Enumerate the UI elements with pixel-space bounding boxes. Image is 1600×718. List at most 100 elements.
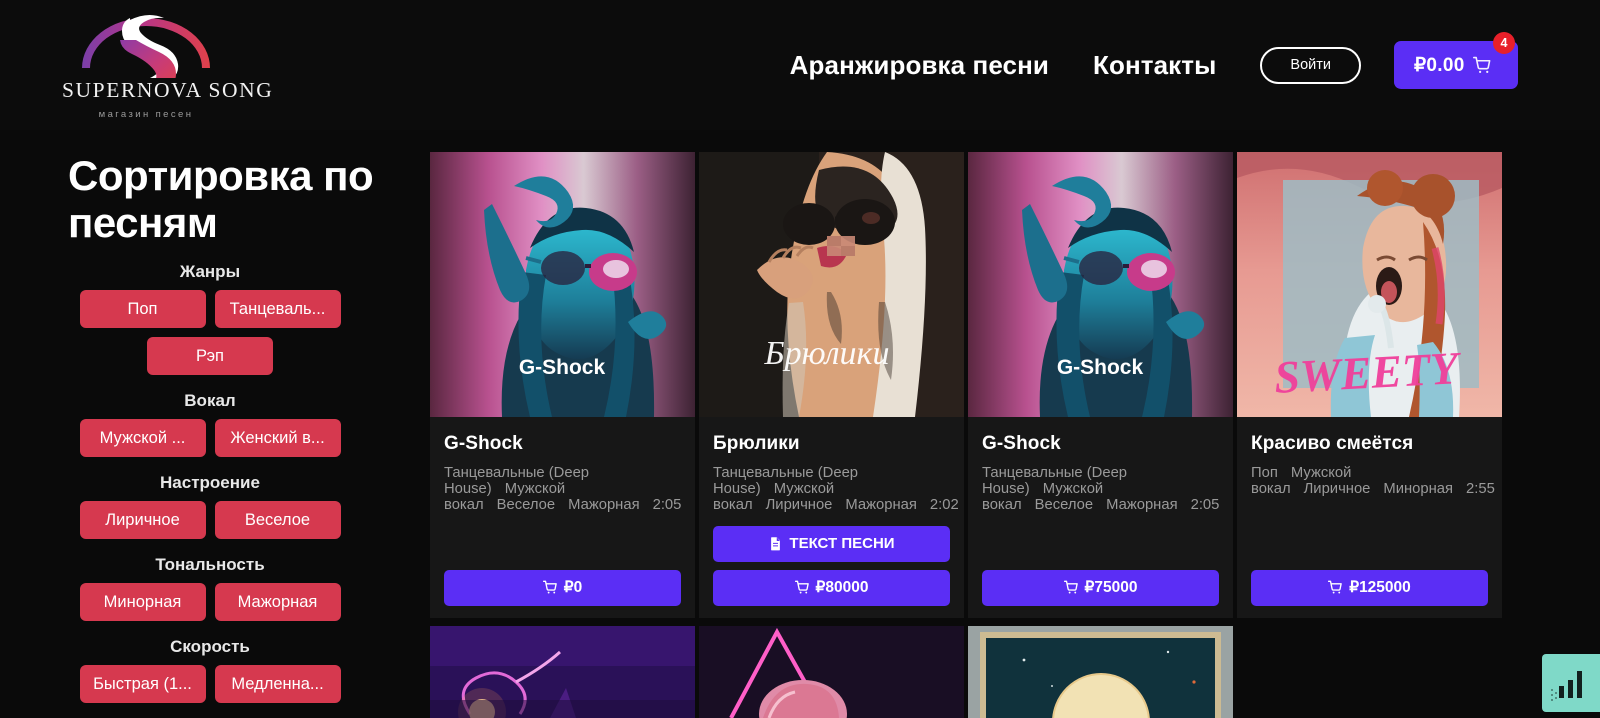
svg-text:SWEETY: SWEETY [1273, 342, 1463, 403]
filter-chip[interactable]: Веселое [214, 501, 341, 540]
product-actions: ТЕКСТ ПЕСНИ ₽80000 [713, 525, 950, 618]
product-artwork[interactable]: SWEETY [1237, 152, 1502, 417]
header-nav: Аранжировка песни Контакты Войти ₽0.00 4 [790, 0, 1518, 130]
filters-sidebar: Сортировка по песням Жанры Поп Танцеваль..… [0, 130, 420, 718]
product-meta-mood: Веселое [496, 496, 556, 513]
bar-chart-icon [1551, 671, 1582, 701]
product-artwork[interactable]: G-Shock [430, 152, 695, 417]
buy-button-price: ₽0 [563, 579, 583, 597]
neon-guitar-stage-art-icon [430, 626, 695, 718]
brulики-album-art-icon: Брюлики [699, 152, 964, 417]
product-title: G-Shock [444, 433, 523, 454]
filter-chip[interactable]: Мажорная [214, 583, 341, 622]
product-card[interactable]: G-Shock G-Shock Танцевальные (Deep House)… [430, 152, 695, 618]
product-grid-next-row [430, 626, 1506, 718]
filter-group-label: Вокал [184, 391, 236, 411]
product-card[interactable]: Брюлики Брюлики Танцевальные (Deep House)… [699, 152, 964, 618]
product-grid: G-Shock G-Shock Танцевальные (Deep House)… [430, 152, 1506, 618]
product-meta: Поп Мужской вокал Лиричное Минорная 2:55 [1251, 465, 1495, 498]
shopping-cart-icon [794, 580, 809, 594]
product-meta-key: Мажорная [845, 496, 917, 513]
filter-group-label: Тональность [155, 555, 265, 575]
product-meta-genre: Поп [1251, 465, 1278, 481]
cart-button[interactable]: ₽0.00 4 [1394, 32, 1518, 89]
lyrics-button-label: ТЕКСТ ПЕСНИ [789, 535, 895, 553]
buy-button-price: ₽75000 [1084, 579, 1138, 597]
filter-chip[interactable]: Рэп [147, 337, 273, 376]
product-card[interactable]: G-Shock G-Shock Танцевальные (Deep House)… [968, 152, 1233, 618]
filter-chip-row: Минорная Мажорная [30, 583, 390, 622]
gshock-album-art-icon: G-Shock [430, 152, 695, 417]
filter-group: Скорость Быстрая (1... Медленна... [30, 637, 390, 704]
product-card-partial[interactable] [430, 626, 695, 718]
product-artwork[interactable]: G-Shock [968, 152, 1233, 417]
product-title: Брюлики [713, 433, 800, 454]
page-root: SUPERNOVA SONG магазин песен Аранжировка… [0, 0, 1600, 718]
product-meta-mood: Веселое [1034, 496, 1094, 513]
filter-chip[interactable]: Лиричное [79, 501, 206, 540]
login-button[interactable]: Войти [1260, 46, 1361, 84]
supernova-s-arc-logo-icon [82, 15, 210, 78]
framed-moon-poster-art-icon [968, 626, 1233, 718]
product-meta: Танцевальные (Deep House) Мужской вокал Ве… [982, 465, 1220, 514]
cart-badge-count: 4 [1493, 32, 1515, 54]
metrica-widget[interactable] [1542, 654, 1600, 712]
product-actions: ₽125000 [1251, 569, 1488, 618]
filter-chip[interactable]: Танцеваль... [214, 290, 341, 329]
filter-chip-row: Быстрая (1... Медленна... [30, 665, 390, 704]
product-meta: Танцевальные (Deep House) Мужской вокал Ли… [713, 465, 959, 514]
logo-tagline: магазин песен [98, 108, 194, 120]
neon-triangle-portrait-art-icon [699, 626, 964, 718]
buy-button-price: ₽125000 [1349, 579, 1411, 597]
buy-button[interactable]: ₽125000 [1251, 569, 1488, 606]
product-card[interactable]: SWEETY Красиво смеётся Поп Мужской вокал Ли… [1237, 152, 1502, 618]
product-actions: ₽75000 [982, 569, 1219, 618]
nav-link-arrangement[interactable]: Аранжировка песни [790, 50, 1049, 81]
logo-wordmark: SUPERNOVA SONG [62, 78, 274, 102]
shopping-cart-icon [542, 580, 557, 594]
svg-text:G-Shock: G-Shock [1057, 356, 1144, 379]
site-logo[interactable]: SUPERNOVA SONG магазин песен [62, 6, 274, 120]
nav-link-contacts[interactable]: Контакты [1093, 50, 1216, 81]
product-artwork[interactable]: Брюлики [699, 152, 964, 417]
filter-group-label: Жанры [179, 262, 241, 282]
product-meta-duration: 2:55 [1466, 480, 1495, 497]
product-meta-key: Мажорная [568, 496, 640, 513]
filter-group-label: Настроение [160, 473, 260, 493]
product-meta-duration: 2:02 [929, 496, 959, 513]
product-card-body: Красиво смеётся Поп Мужской вокал Лиричное М… [1237, 417, 1502, 618]
filter-group-label: Скорость [170, 637, 250, 657]
product-card-partial[interactable] [968, 626, 1233, 718]
filter-chip[interactable]: Быстрая (1... [79, 665, 206, 704]
site-header: SUPERNOVA SONG магазин песен Аранжировка… [0, 0, 1600, 130]
shopping-cart-icon [1472, 56, 1490, 73]
buy-button[interactable]: ₽80000 [713, 569, 950, 606]
product-meta-mood: Лиричное [765, 496, 833, 513]
filter-groups: Жанры Поп Танцеваль... Рэп Вокал Мужской ... Ж… [30, 262, 390, 704]
product-card-partial[interactable] [699, 626, 964, 718]
sweety-album-art-icon: SWEETY [1237, 152, 1502, 417]
filter-chip-row: Мужской ... Женский в... [30, 419, 390, 458]
filter-chip[interactable]: Женский в... [214, 419, 341, 458]
filter-chip[interactable]: Медленна... [214, 665, 341, 704]
filter-chip[interactable]: Минорная [79, 583, 206, 622]
filter-group: Настроение Лиричное Веселое [30, 473, 390, 540]
product-title: Красиво смеётся [1251, 433, 1414, 454]
product-title: G-Shock [982, 433, 1061, 454]
product-card-body: Брюлики Танцевальные (Deep House) Мужской … [699, 417, 964, 618]
buy-button[interactable]: ₽0 [444, 569, 681, 606]
buy-button[interactable]: ₽75000 [982, 569, 1219, 606]
product-meta-key: Минорная [1383, 480, 1454, 497]
filter-group: Вокал Мужской ... Женский в... [30, 391, 390, 458]
cart-total-label: ₽0.00 [1414, 54, 1465, 76]
filter-chip[interactable]: Поп [79, 290, 206, 329]
shopping-cart-icon [1063, 580, 1078, 594]
product-meta-mood: Лиричное [1303, 480, 1371, 497]
lyrics-button[interactable]: ТЕКСТ ПЕСНИ [713, 525, 950, 562]
filter-chip[interactable]: Мужской ... [79, 419, 206, 458]
product-card-partial-empty [1237, 626, 1502, 718]
product-actions: ₽0 [444, 569, 681, 618]
product-card-body: G-Shock Танцевальные (Deep House) Мужской … [430, 417, 695, 618]
product-meta-duration: 2:05 [1190, 496, 1220, 513]
product-card-body: G-Shock Танцевальные (Deep House) Мужской … [968, 417, 1233, 618]
